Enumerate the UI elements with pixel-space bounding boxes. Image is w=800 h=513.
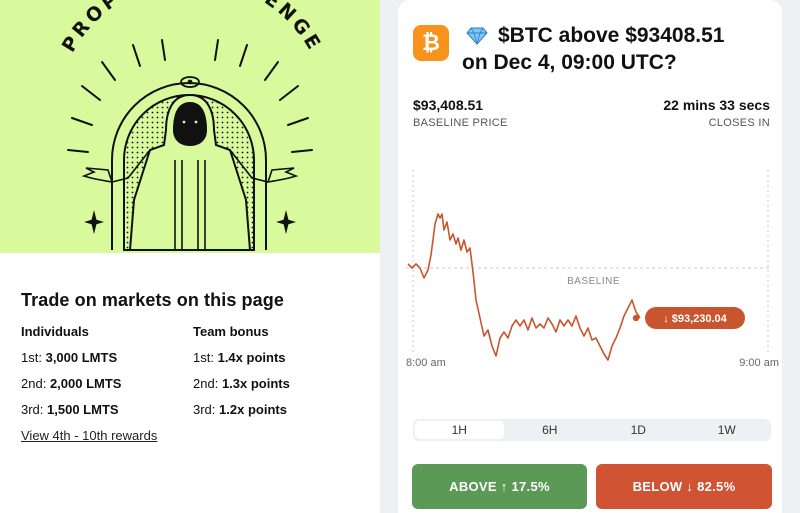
team-bonus-row: 3rd: 1.2x points bbox=[193, 402, 290, 428]
above-button[interactable]: ABOVE ↑ 17.5% bbox=[412, 464, 587, 509]
individual-reward-row: 2nd: 2,000 LMTS bbox=[21, 376, 121, 402]
rank-label: 2nd: bbox=[193, 376, 219, 391]
team-bonus-header: Team bonus bbox=[193, 324, 269, 339]
individuals-header: Individuals bbox=[21, 324, 89, 339]
team-bonus-row: 2nd: 1.3x points bbox=[193, 376, 290, 402]
bonus-value: 1.3x points bbox=[221, 376, 290, 391]
tab-1w[interactable]: 1W bbox=[683, 419, 772, 441]
reward-value: 3,000 LMTS bbox=[45, 350, 118, 365]
x-axis-end-label: 9:00 am bbox=[739, 357, 779, 369]
challenge-panel: PROPHET CHALLENGE bbox=[0, 0, 380, 513]
prophet-illustration: PROPHET CHALLENGE bbox=[58, 0, 326, 251]
bonus-value: 1.4x points bbox=[217, 350, 286, 365]
challenge-banner: PROPHET CHALLENGE bbox=[0, 0, 380, 253]
rank-label: 3rd: bbox=[193, 402, 216, 417]
tab-1h[interactable]: 1H bbox=[415, 421, 504, 439]
rank-label: 2nd: bbox=[21, 376, 47, 391]
baseline-price-label: BASELINE PRICE bbox=[413, 117, 508, 129]
closes-in-stat: 22 mins 33 secs CLOSES IN bbox=[663, 97, 770, 129]
price-chart[interactable]: BASELINE ↓ $93,230.04 8:00 am 9:00 am bbox=[398, 160, 782, 380]
rank-label: 1st: bbox=[193, 350, 214, 365]
rank-label: 3rd: bbox=[21, 402, 44, 417]
below-button[interactable]: BELOW ↓ 82.5% bbox=[596, 464, 772, 509]
current-price-marker bbox=[632, 314, 640, 322]
closes-in-label: CLOSES IN bbox=[708, 117, 770, 129]
individual-reward-row: 3rd: 1,500 LMTS bbox=[21, 402, 121, 428]
team-bonus-row: 1st: 1.4x points bbox=[193, 350, 290, 376]
market-title-line1: $BTC above $93408.51 bbox=[498, 24, 725, 47]
individual-reward-row: 1st: 3,000 LMTS bbox=[21, 350, 121, 376]
team-bonus-column: Team bonus 1st: 1.4x points 2nd: 1.3x po… bbox=[193, 324, 290, 428]
rewards-heading: Trade on markets on this page bbox=[21, 290, 284, 310]
tab-1d[interactable]: 1D bbox=[594, 419, 683, 441]
tab-6h[interactable]: 6H bbox=[506, 419, 595, 441]
rank-label: 1st: bbox=[21, 350, 42, 365]
diamond-icon bbox=[466, 27, 488, 45]
bonus-value: 1.2x points bbox=[219, 402, 287, 417]
current-price-badge: ↓ $93,230.04 bbox=[663, 313, 727, 325]
reward-value: 2,000 LMTS bbox=[49, 376, 122, 391]
closes-in-value: 22 mins 33 secs bbox=[663, 97, 770, 113]
baseline-label: BASELINE bbox=[567, 276, 620, 287]
baseline-price-value: $93,408.51 bbox=[413, 97, 484, 113]
timeframe-tabs: 1H 6H 1D 1W bbox=[413, 419, 771, 441]
challenge-title-text: PROPHET CHALLENGE bbox=[58, 0, 323, 56]
market-title: $BTC above $93408.51 on Dec 4, 09:00 UTC… bbox=[462, 22, 772, 76]
baseline-price-stat: $93,408.51 BASELINE PRICE bbox=[413, 97, 508, 129]
svg-text:PROPHET CHALLENGE: PROPHET CHALLENGE bbox=[58, 0, 326, 56]
rewards-section: Trade on markets on this page Individual… bbox=[21, 290, 361, 443]
x-axis-start-label: 8:00 am bbox=[406, 357, 446, 369]
bitcoin-icon: ₿ bbox=[413, 25, 449, 61]
page-root: PROPHET CHALLENGE bbox=[0, 0, 800, 513]
view-more-rewards-link[interactable]: View 4th - 10th rewards bbox=[21, 428, 157, 443]
reward-value: 1,500 LMTS bbox=[47, 402, 119, 417]
individuals-column: Individuals 1st: 3,000 LMTS 2nd: 2,000 L… bbox=[21, 324, 121, 428]
price-line bbox=[407, 213, 641, 361]
market-card: ₿ $BTC above $93408.51 on Dec 4, 09:00 U… bbox=[398, 0, 782, 513]
market-title-line2: on Dec 4, 09:00 UTC? bbox=[462, 51, 677, 74]
